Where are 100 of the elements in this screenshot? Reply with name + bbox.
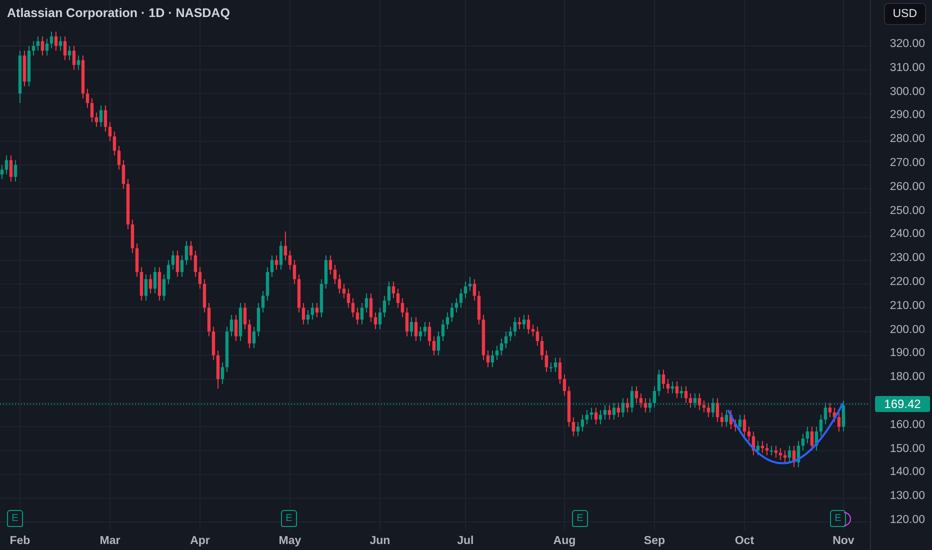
candlestick bbox=[396, 288, 400, 308]
candlestick bbox=[364, 292, 368, 313]
candlestick bbox=[374, 312, 378, 330]
candlestick bbox=[176, 250, 180, 278]
candlestick bbox=[135, 242, 139, 278]
price-axis-label: 230.00 bbox=[890, 252, 925, 264]
candlestick bbox=[544, 350, 548, 372]
candlestick bbox=[148, 274, 152, 294]
candlestick bbox=[824, 402, 828, 425]
candlestick bbox=[202, 278, 206, 313]
candlestick bbox=[378, 307, 382, 330]
candlestick bbox=[706, 402, 710, 418]
candlestick bbox=[450, 302, 454, 322]
price-axis-label: 240.00 bbox=[890, 228, 925, 240]
candlestick bbox=[315, 302, 319, 318]
candlestick bbox=[513, 316, 517, 337]
candlestick bbox=[162, 274, 166, 302]
candlestick bbox=[405, 307, 409, 337]
candlestick bbox=[558, 357, 562, 384]
candlestick bbox=[464, 281, 468, 299]
candlestick bbox=[657, 369, 661, 396]
candlestick bbox=[234, 314, 238, 342]
candlestick bbox=[536, 326, 540, 346]
candlestick bbox=[765, 442, 769, 456]
candlestick bbox=[153, 266, 157, 294]
candlestick bbox=[693, 392, 697, 408]
candlestick bbox=[477, 290, 481, 325]
candlestick bbox=[594, 407, 598, 425]
candlestick bbox=[36, 36, 40, 52]
candlestick bbox=[837, 412, 841, 432]
chart-title: Atlassian Corporation · 1D · NASDAQ bbox=[7, 6, 230, 20]
candlestick bbox=[576, 421, 580, 437]
candlestick bbox=[842, 400, 846, 432]
candlestick bbox=[346, 288, 350, 308]
candlestick bbox=[819, 414, 823, 437]
earnings-marker[interactable]: E bbox=[830, 510, 846, 527]
candlestick bbox=[360, 302, 364, 325]
time-axis-label: Sep bbox=[642, 535, 666, 547]
candlestick bbox=[243, 302, 247, 330]
candlestick bbox=[324, 254, 328, 290]
candlestick bbox=[634, 386, 638, 404]
candlestick bbox=[630, 386, 634, 413]
candlestick bbox=[310, 302, 314, 320]
candlestick bbox=[788, 445, 792, 463]
time-axis-label: Feb bbox=[8, 535, 32, 547]
candlestick bbox=[256, 302, 260, 337]
time-axis-label: Mar bbox=[98, 535, 122, 547]
candlestick bbox=[333, 264, 337, 284]
candlestick bbox=[270, 254, 274, 278]
candlestick bbox=[158, 266, 162, 302]
candlestick bbox=[616, 402, 620, 418]
candlestick bbox=[774, 445, 778, 458]
candlestick bbox=[612, 402, 616, 420]
price-axis-label: 300.00 bbox=[890, 86, 925, 98]
price-axis-label: 120.00 bbox=[890, 514, 925, 526]
candlestick bbox=[720, 412, 724, 428]
candlestick bbox=[540, 336, 544, 361]
candlestick bbox=[806, 426, 810, 444]
candlestick bbox=[112, 131, 116, 156]
candlestick bbox=[220, 362, 224, 384]
candlestick bbox=[86, 88, 90, 108]
candlestick bbox=[441, 319, 445, 342]
candlestick bbox=[472, 278, 476, 302]
arc-icon bbox=[844, 512, 851, 526]
candlestick bbox=[248, 319, 252, 349]
currency-button[interactable]: USD bbox=[884, 3, 926, 25]
candlestick bbox=[130, 219, 134, 254]
candlestick bbox=[828, 402, 832, 418]
price-axis-label: 310.00 bbox=[890, 62, 925, 74]
candlestick bbox=[99, 104, 103, 128]
candlestick bbox=[140, 266, 144, 302]
price-axis-label: 270.00 bbox=[890, 156, 925, 169]
candlestick bbox=[698, 392, 702, 411]
candlestick bbox=[108, 122, 112, 142]
candlestick bbox=[490, 350, 494, 368]
candlestick bbox=[459, 288, 463, 308]
price-axis-label: 160.00 bbox=[890, 418, 925, 431]
candlestick bbox=[356, 307, 360, 325]
candlestick bbox=[261, 290, 265, 313]
price-axis-label: 190.00 bbox=[890, 347, 925, 360]
candlestick bbox=[63, 36, 67, 61]
candlestick bbox=[342, 283, 346, 299]
candlestick bbox=[216, 350, 220, 390]
candlestick bbox=[266, 266, 270, 302]
candlestick bbox=[387, 281, 391, 306]
candlestick bbox=[76, 54, 80, 70]
price-axis-label: 200.00 bbox=[890, 324, 925, 336]
candlestick bbox=[711, 398, 715, 418]
candlestick bbox=[194, 250, 198, 278]
earnings-marker[interactable]: E bbox=[281, 510, 297, 527]
candlestick bbox=[9, 154, 13, 182]
candlestick bbox=[292, 260, 296, 284]
candlestick bbox=[252, 326, 256, 349]
candlestick bbox=[590, 407, 594, 420]
candlestick bbox=[328, 254, 332, 275]
candlestick bbox=[724, 410, 728, 428]
price-axis-label: 280.00 bbox=[890, 133, 925, 146]
earnings-marker[interactable]: E bbox=[572, 510, 588, 527]
earnings-marker[interactable]: E bbox=[7, 510, 23, 527]
candlestick bbox=[184, 240, 188, 266]
